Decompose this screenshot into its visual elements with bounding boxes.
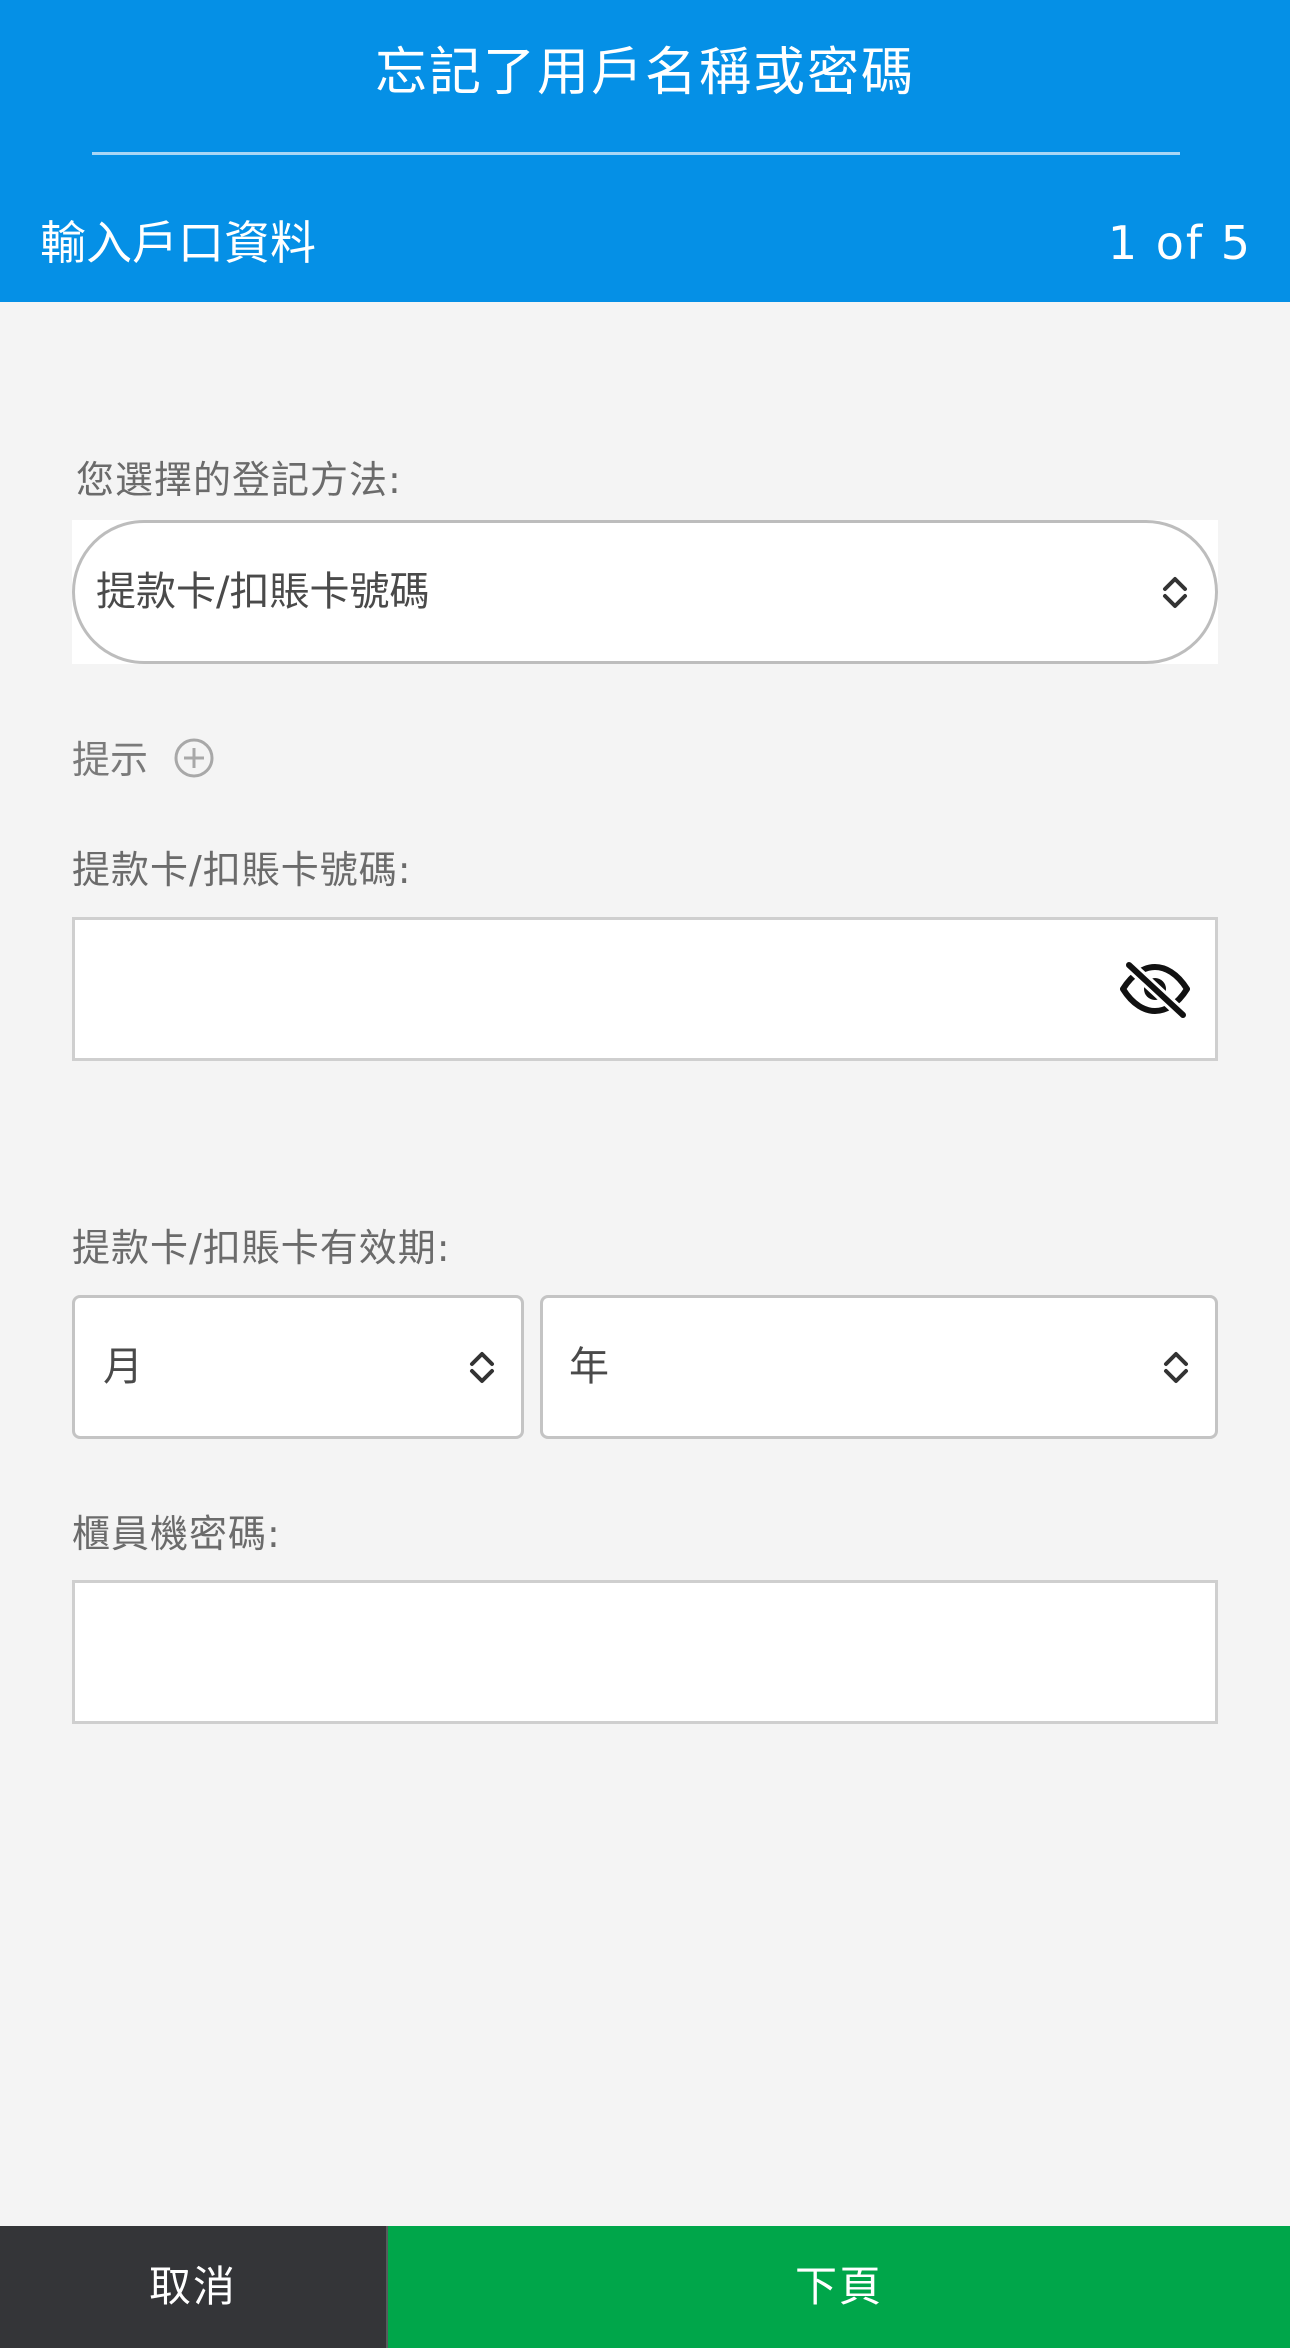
header-bar: 忘記了用戶名稱或密碼 輸入戶口資料 1 of 5 — [0, 0, 1290, 302]
cancel-button[interactable]: 取消 — [0, 2226, 388, 2348]
expiry-year-select[interactable]: 年 — [540, 1295, 1218, 1439]
chevron-up-down-icon — [1163, 577, 1187, 608]
eye-off-icon[interactable] — [1119, 959, 1191, 1019]
header-divider — [92, 152, 1180, 155]
hint-label: 提示 — [72, 738, 149, 782]
pin-field[interactable] — [72, 1580, 1218, 1724]
pin-label: 櫃員機密碼: — [72, 1512, 281, 1556]
card-number-label: 提款卡/扣賬卡號碼: — [72, 848, 412, 892]
method-select-value: 提款卡/扣賬卡號碼 — [96, 569, 430, 615]
chevron-up-down-icon — [1164, 1352, 1188, 1383]
plus-circle-icon — [174, 738, 214, 778]
chevron-up-down-icon — [470, 1352, 494, 1383]
expiry-label: 提款卡/扣賬卡有效期: — [72, 1226, 451, 1270]
next-button[interactable]: 下頁 — [388, 2226, 1290, 2348]
method-select[interactable]: 提款卡/扣賬卡號碼 — [72, 520, 1218, 664]
page-title: 忘記了用戶名稱或密碼 — [374, 43, 915, 103]
card-number-field[interactable] — [72, 917, 1218, 1061]
expiry-month-select[interactable]: 月 — [72, 1295, 524, 1439]
method-label: 您選擇的登記方法: — [76, 458, 402, 502]
expiry-month-value: 月 — [103, 1344, 143, 1390]
step-label: 輸入戶口資料 — [40, 216, 316, 270]
step-counter: 1 of 5 — [1107, 216, 1252, 270]
expiry-year-value: 年 — [569, 1344, 609, 1390]
